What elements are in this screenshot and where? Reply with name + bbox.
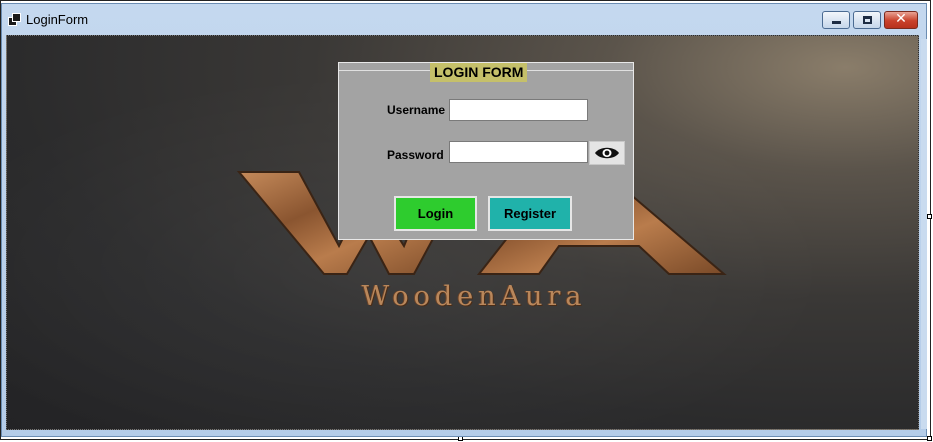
eye-icon bbox=[595, 147, 619, 159]
show-password-button[interactable] bbox=[589, 141, 625, 165]
window-title: LoginForm bbox=[26, 12, 89, 27]
close-icon: ✕ bbox=[895, 11, 907, 27]
minimize-button[interactable] bbox=[822, 11, 850, 29]
username-field[interactable] bbox=[449, 99, 588, 121]
maximize-button[interactable] bbox=[853, 11, 881, 29]
password-label: Password bbox=[387, 148, 444, 162]
form-client-area: WoodenAura LOGIN FORM Username Password … bbox=[6, 35, 919, 430]
resize-handle-right[interactable] bbox=[927, 214, 932, 219]
title-bar[interactable]: LoginForm ✕ bbox=[2, 4, 926, 34]
password-field[interactable] bbox=[449, 141, 588, 163]
resize-handle-corner[interactable] bbox=[927, 436, 932, 441]
maximize-icon bbox=[863, 16, 872, 24]
groupbox-title: LOGIN FORM bbox=[430, 63, 528, 82]
login-button[interactable]: Login bbox=[394, 196, 477, 231]
minimize-icon bbox=[832, 21, 841, 24]
caption-buttons: ✕ bbox=[822, 11, 918, 31]
register-button[interactable]: Register bbox=[488, 196, 572, 231]
brand-name: WoodenAura bbox=[361, 281, 587, 312]
form-window: LoginForm ✕ WoodenAura LOGIN FORM Userna… bbox=[1, 3, 927, 437]
username-label: Username bbox=[387, 103, 446, 117]
form-app-icon bbox=[8, 13, 21, 26]
login-groupbox: LOGIN FORM Username Password Login Regis… bbox=[338, 62, 634, 240]
close-button[interactable]: ✕ bbox=[884, 11, 918, 29]
